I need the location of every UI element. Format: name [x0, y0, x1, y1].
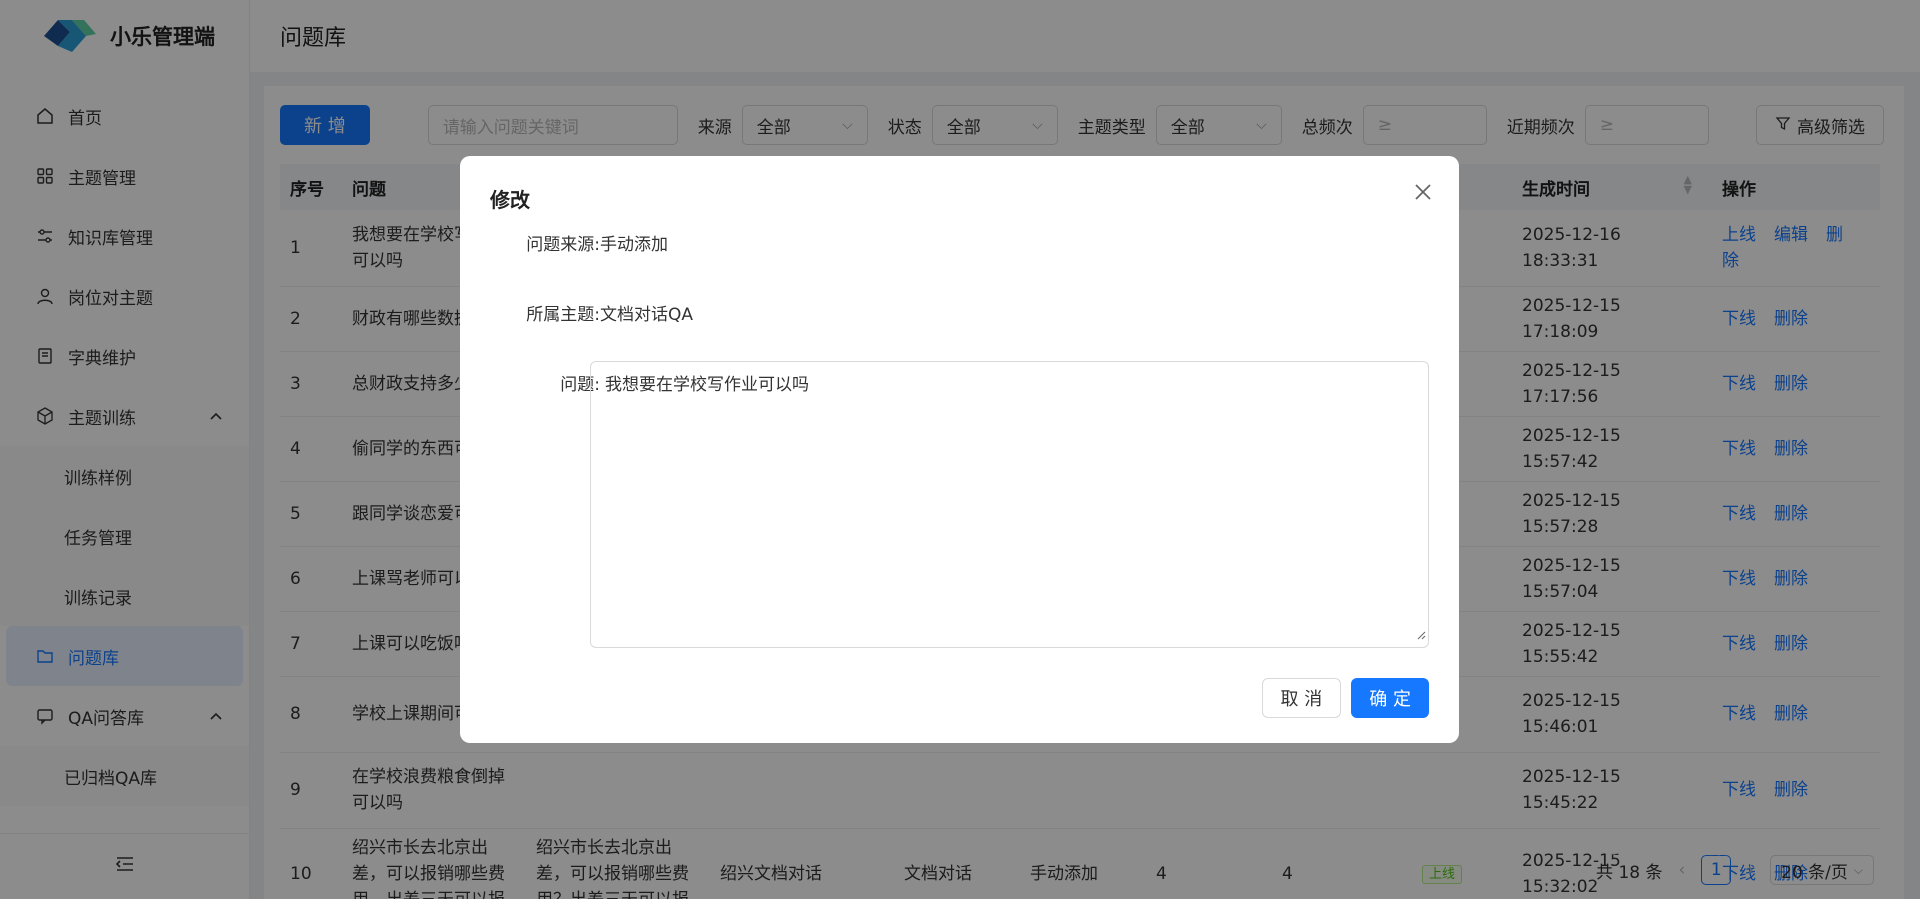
confirm-button[interactable]: 确 定	[1351, 678, 1429, 718]
question-label: 问题:	[560, 375, 600, 395]
edit-modal: 修改 问题来源: 手动添加 所属主题: 文档对话QA 问题: 我想要在学校写作业…	[460, 156, 1459, 743]
question-textarea-value: 我想要在学校写作业可以吗	[605, 375, 809, 395]
resize-handle-icon[interactable]	[1416, 625, 1426, 645]
form-row-question: 问题:	[490, 370, 600, 395]
topic-label: 所属主题:	[526, 305, 600, 325]
modal-footer: 取 消 确 定	[1261, 678, 1429, 718]
cancel-button[interactable]: 取 消	[1261, 678, 1342, 718]
form-row-source: 问题来源: 手动添加	[490, 230, 668, 255]
form-row-topic: 所属主题: 文档对话QA	[490, 300, 693, 325]
question-textarea[interactable]: 我想要在学校写作业可以吗	[590, 361, 1429, 648]
question-source-value: 手动添加	[600, 235, 668, 255]
topic-value: 文档对话QA	[600, 305, 694, 325]
question-source-label: 问题来源:	[526, 235, 600, 255]
modal-title: 修改	[490, 188, 530, 212]
close-icon[interactable]	[1411, 180, 1435, 204]
